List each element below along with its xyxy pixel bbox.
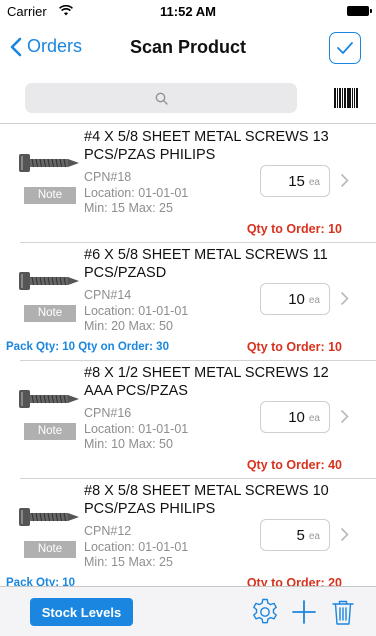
product-min-max: Min: 15 Max: 25 bbox=[84, 201, 173, 215]
product-cpn: CPN#12 bbox=[84, 524, 132, 538]
navigation-bar: Orders Scan Product bbox=[0, 22, 376, 74]
note-button[interactable]: Note bbox=[24, 305, 76, 322]
product-cpn: CPN#14 bbox=[84, 288, 132, 302]
barcode-scan-icon[interactable] bbox=[334, 88, 358, 108]
quantity-input[interactable]: 10 ea bbox=[260, 283, 330, 315]
note-button[interactable]: Note bbox=[24, 187, 76, 204]
product-min-max: Min: 15 Max: 25 bbox=[84, 555, 173, 569]
product-row[interactable]: #8 X 5/8 SHEET METAL SCREWS 10 PCS/PZAS … bbox=[0, 479, 376, 597]
chevron-right-icon bbox=[340, 527, 349, 542]
product-name: #8 X 1/2 SHEET METAL SCREWS 12 AAA PCS/P… bbox=[84, 365, 329, 399]
back-button-label: Orders bbox=[27, 36, 83, 56]
quantity-input[interactable]: 15 ea bbox=[260, 165, 330, 197]
quantity-input[interactable]: 5 ea bbox=[260, 519, 330, 551]
product-min-max: Min: 10 Max: 50 bbox=[84, 437, 173, 451]
gear-icon[interactable] bbox=[249, 596, 281, 628]
screw-icon bbox=[19, 154, 79, 172]
battery-icon bbox=[347, 6, 372, 16]
quantity-value: 10 bbox=[288, 290, 305, 308]
screw-icon bbox=[19, 272, 79, 290]
qty-to-order-label: Qty to Order: 10 bbox=[246, 340, 342, 354]
checkmark-icon bbox=[337, 42, 353, 54]
quantity-unit: ea bbox=[308, 176, 320, 188]
chevron-right-icon bbox=[340, 291, 349, 306]
note-button[interactable]: Note bbox=[24, 423, 76, 440]
quantity-input[interactable]: 10 ea bbox=[260, 401, 330, 433]
search-input[interactable] bbox=[25, 83, 297, 113]
chevron-left-icon bbox=[10, 37, 22, 56]
status-time: 11:52 AM bbox=[160, 4, 216, 19]
qty-to-order-label: Qty to Order: 10 bbox=[246, 222, 342, 236]
product-cpn: CPN#18 bbox=[84, 170, 132, 184]
product-name: #6 X 5/8 SHEET METAL SCREWS 11 PCS/PZASD bbox=[84, 247, 328, 281]
product-name: #4 X 5/8 SHEET METAL SCREWS 13 PCS/PZAS … bbox=[84, 129, 329, 163]
product-row[interactable]: #4 X 5/8 SHEET METAL SCREWS 13 PCS/PZAS … bbox=[0, 125, 376, 243]
product-location: Location: 01-01-01 bbox=[84, 422, 189, 436]
product-location: Location: 01-01-01 bbox=[84, 540, 189, 554]
product-min-max: Min: 20 Max: 50 bbox=[84, 319, 173, 333]
qty-to-order-label: Qty to Order: 40 bbox=[246, 458, 342, 472]
quantity-value: 15 bbox=[288, 172, 305, 190]
back-button[interactable]: Orders bbox=[10, 36, 82, 57]
quantity-unit: ea bbox=[308, 530, 320, 542]
pack-qty-label: Pack Qty: 10 Qty on Order: 30 bbox=[6, 341, 169, 353]
search-bar bbox=[0, 74, 376, 124]
screw-icon bbox=[19, 390, 79, 408]
product-row[interactable]: #8 X 1/2 SHEET METAL SCREWS 12 AAA PCS/P… bbox=[0, 361, 376, 479]
bottom-toolbar: Stock Levels bbox=[0, 586, 376, 636]
screw-icon bbox=[19, 508, 79, 526]
note-button[interactable]: Note bbox=[24, 541, 76, 558]
quantity-unit: ea bbox=[308, 412, 320, 424]
chevron-right-icon bbox=[340, 173, 349, 188]
confirm-button[interactable] bbox=[329, 32, 361, 64]
stock-levels-button[interactable]: Stock Levels bbox=[30, 598, 133, 626]
quantity-value: 5 bbox=[296, 526, 305, 544]
status-bar: Carrier 11:52 AM bbox=[0, 0, 376, 22]
chevron-right-icon bbox=[340, 409, 349, 424]
plus-icon[interactable] bbox=[288, 596, 320, 628]
quantity-value: 10 bbox=[288, 408, 305, 426]
product-row[interactable]: #6 X 5/8 SHEET METAL SCREWS 11 PCS/PZASD… bbox=[0, 243, 376, 361]
product-list: #4 X 5/8 SHEET METAL SCREWS 13 PCS/PZAS … bbox=[0, 125, 376, 597]
product-location: Location: 01-01-01 bbox=[84, 186, 189, 200]
quantity-unit: ea bbox=[308, 294, 320, 306]
product-cpn: CPN#16 bbox=[84, 406, 132, 420]
search-icon bbox=[155, 92, 168, 105]
product-location: Location: 01-01-01 bbox=[84, 304, 189, 318]
trash-icon[interactable] bbox=[327, 596, 359, 628]
product-name: #8 X 5/8 SHEET METAL SCREWS 10 PCS/PZAS … bbox=[84, 483, 329, 517]
